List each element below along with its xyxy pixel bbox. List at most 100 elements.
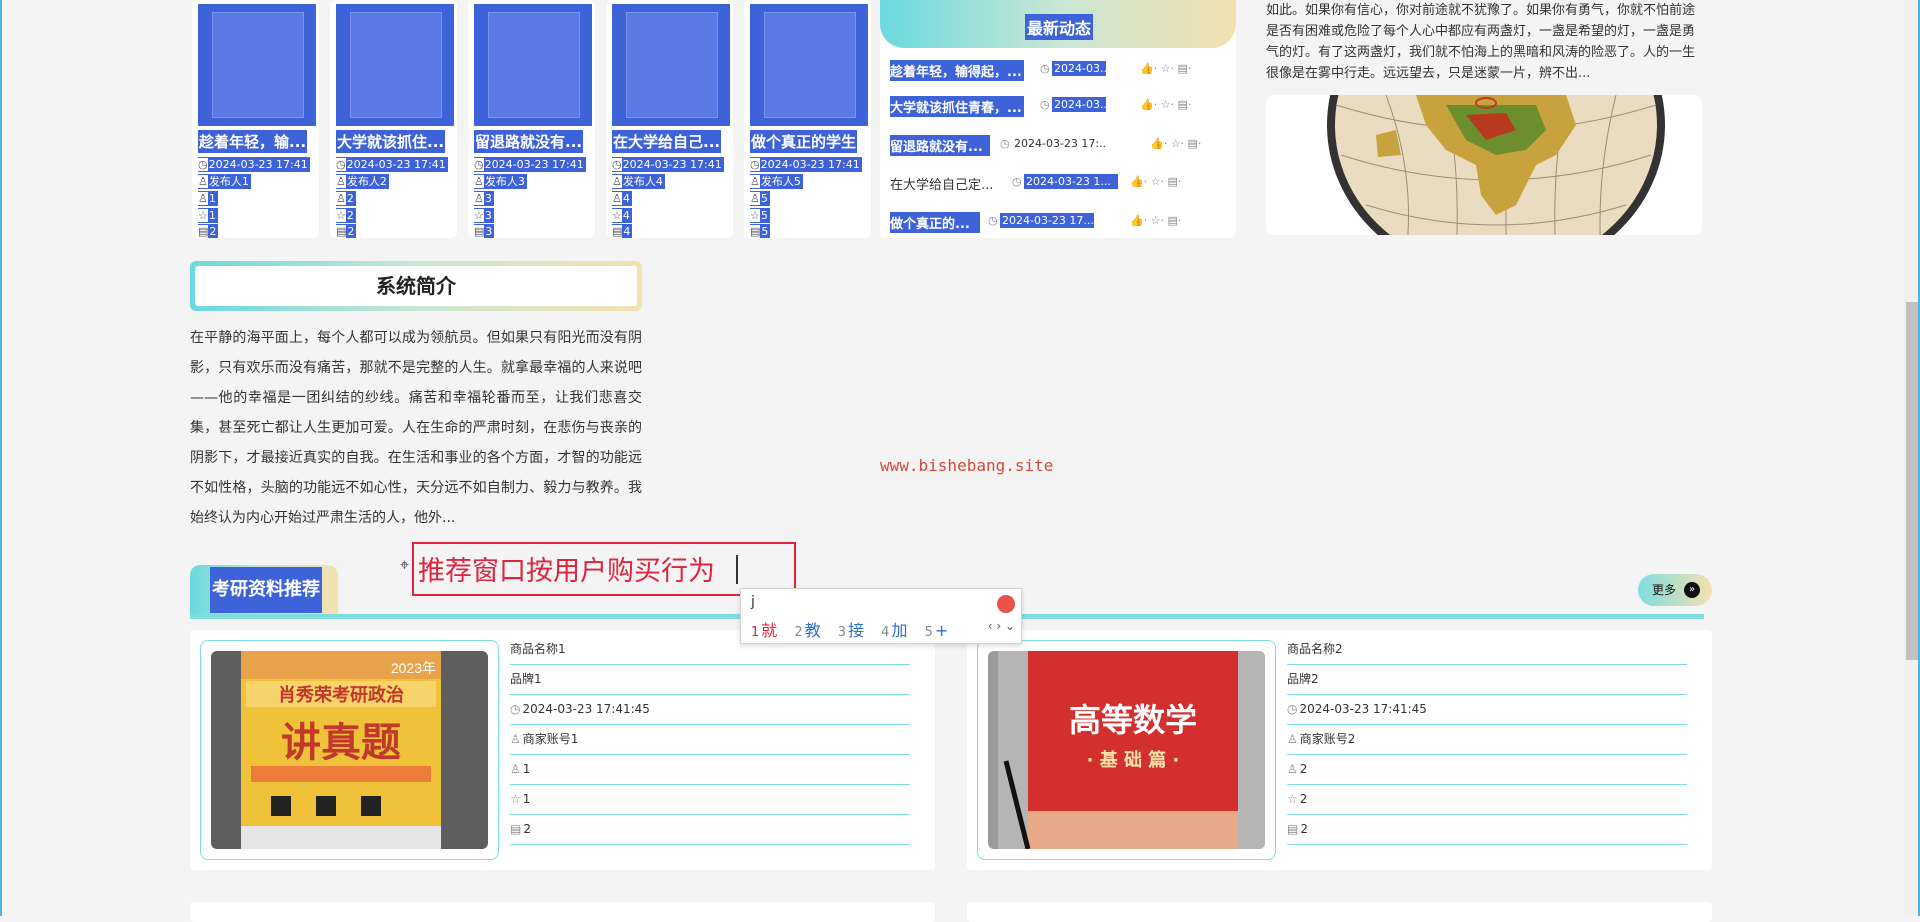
globe-illustration (1266, 95, 1702, 235)
product-merchant: ♙ 商家账号1 (510, 725, 910, 755)
user-icon: ♙ (750, 175, 760, 188)
news-comments: ▤5 (750, 224, 771, 238)
latest-news-item-title[interactable]: 大学就该抓住青春，... (890, 96, 1024, 117)
news-likes: ♙5 (750, 191, 770, 206)
product-image[interactable]: 2023年 肖秀荣考研政治 讲真题 (211, 651, 488, 849)
latest-news-item-title[interactable]: 趁着年轻，输得起，... (890, 60, 1024, 81)
clock-icon: ◷ (474, 158, 484, 171)
product-name[interactable]: 商品名称2 (1287, 635, 1687, 665)
ime-candidate[interactable]: 1就 (751, 621, 777, 640)
product-card[interactable]: 高等数学 · 基 础 篇 · 商品名称2 品牌2 ◷ 2024-03-23 17:… (967, 630, 1712, 870)
clock-icon: ◷ (750, 158, 760, 171)
ime-page-arrows-icon[interactable]: ‹ › ⌄ (988, 619, 1015, 633)
stats-icons: 👍· ☆· ▤· (1140, 62, 1192, 75)
news-thumbnail (612, 4, 730, 126)
news-comments: ▤2 (336, 224, 357, 238)
news-card[interactable]: 大学就该抓住... ◷2024-03-23 17:41 ♙发布人2 ♙2 ☆2 … (330, 0, 457, 238)
user-icon: ♙ (1287, 732, 1298, 746)
news-likes: ♙4 (612, 191, 632, 206)
cover-title-text: 高等数学 (1069, 701, 1197, 739)
product-date: ◷ 2024-03-23 17:41:45 (1287, 695, 1687, 725)
crosshair-cursor-icon: ⌖ (400, 555, 410, 574)
product-likes: ♙ 1 (510, 755, 910, 785)
star-icon: ☆ (612, 209, 622, 222)
news-title[interactable]: 做个真正的学生 (750, 130, 858, 153)
latest-news-title: 最新动态 (1025, 14, 1094, 40)
news-likes: ♙2 (336, 191, 356, 206)
news-card[interactable]: 在大学给自己... ◷2024-03-23 17:41 ♙发布人4 ♙4 ☆4 … (606, 0, 733, 238)
clock-icon: ◷ (1012, 175, 1022, 188)
news-date: ◷2024-03-23 17:41 (474, 157, 586, 172)
product-merchant: ♙ 商家账号2 (1287, 725, 1687, 755)
latest-news-item[interactable]: 大学就该抓住青春，... ◷ 2024-03... 👍· ☆· ▤· (890, 96, 1230, 118)
latest-news-item-title[interactable]: 留退路就没有... (890, 135, 990, 156)
product-card[interactable] (190, 902, 935, 922)
user-icon: ♙ (612, 175, 622, 188)
star-icon: ☆ (474, 209, 484, 222)
news-title[interactable]: 趁着年轻，输... (198, 130, 308, 153)
product-image[interactable]: 高等数学 · 基 础 篇 · (988, 651, 1265, 849)
star-icon: ☆ (1287, 792, 1298, 806)
latest-news-item[interactable]: 趁着年轻，输得起，... ◷ 2024-03... 👍· ☆· ▤· (890, 60, 1230, 82)
comment-icon: ▤ (510, 822, 522, 836)
news-favorites: ☆4 (612, 208, 632, 223)
news-card[interactable]: 做个真正的学生 ◷2024-03-23 17:41 ♙发布人5 ♙5 ☆5 ▤5 (744, 0, 871, 238)
more-button[interactable]: 更多 » (1638, 574, 1712, 606)
product-card[interactable] (967, 902, 1712, 922)
globe-image (1266, 95, 1702, 235)
scrollbar-thumb[interactable] (1906, 302, 1918, 660)
window-edge-left (0, 0, 2, 916)
stats-icons: 👍· ☆· ▤· (1130, 175, 1182, 188)
news-card[interactable]: 留退路就没有... ◷2024-03-23 17:41 ♙发布人3 ♙3 ☆3 … (468, 0, 595, 238)
intro-title: 系统简介 (376, 274, 456, 298)
latest-news-item-title[interactable]: 在大学给自己定... (890, 173, 1002, 194)
news-likes: ♙1 (198, 191, 218, 206)
news-thumbnail (336, 4, 454, 126)
news-date: ◷2024-03-23 17:41 (336, 157, 448, 172)
product-card[interactable]: 2023年 肖秀荣考研政治 讲真题 商品名称1 品牌1 ◷ 2024-03-23 … (190, 630, 935, 870)
product-favorites: ☆ 2 (1287, 785, 1687, 815)
star-icon: ☆ (750, 209, 760, 222)
latest-news-item[interactable]: 留退路就没有... ◷ 2024-03-23 17:... 👍· ☆· ▤· (890, 135, 1230, 157)
product-image-frame: 高等数学 · 基 础 篇 · (977, 640, 1276, 860)
news-title[interactable]: 大学就该抓住... (336, 130, 446, 153)
ime-candidate[interactable]: 2教 (794, 621, 820, 640)
thumbs-up-icon: ♙ (510, 762, 521, 776)
annotation-typed-text: 推荐窗口按用户购买行为 (418, 556, 715, 587)
ime-candidate[interactable]: 4加 (881, 621, 907, 640)
ime-logo-icon (997, 595, 1015, 613)
latest-news-item-date: 2024-03-23 17... (1000, 213, 1094, 228)
right-article-text: 如此。如果你有信心，你对前途就不犹豫了。如果你有勇气，你就不怕前途是否有困难或危… (1266, 3, 1696, 81)
ime-candidate-window[interactable]: j 1就 2教 3接 4加 5 + ‹ › ⌄ (740, 588, 1022, 644)
news-title[interactable]: 在大学给自己... (612, 130, 722, 153)
ime-candidate[interactable]: 3接 (838, 621, 864, 640)
user-icon: ♙ (510, 732, 521, 746)
user-icon: ♙ (474, 175, 484, 188)
star-icon: ☆ (510, 792, 521, 806)
user-icon: ♙ (336, 175, 346, 188)
clock-icon: ◷ (336, 158, 346, 171)
clock-icon: ◷ (198, 158, 208, 171)
product-comments: ▤ 2 (510, 815, 910, 845)
news-title[interactable]: 留退路就没有... (474, 130, 584, 153)
news-card[interactable]: 趁着年轻，输... ◷2024-03-23 17:41 ♙发布人1 ♙1 ☆1 … (192, 0, 319, 238)
comment-icon: ▤ (336, 225, 347, 238)
clock-icon: ◷ (1000, 137, 1010, 150)
thumbs-up-icon: ♙ (750, 192, 760, 205)
ime-candidate[interactable]: 5 + (925, 621, 949, 640)
latest-news-item-title[interactable]: 做个真正的... (890, 212, 980, 233)
thumbs-up-icon: ♙ (1287, 762, 1298, 776)
news-likes: ♙3 (474, 191, 494, 206)
news-date: ◷2024-03-23 17:41 (612, 157, 724, 172)
intro-text: 在平静的海平面上，每个人都可以成为领航员。但如果只有阳光而没有阴影，只有欢乐而没… (190, 330, 642, 526)
cover-top-text: 2023年 (391, 660, 436, 676)
news-publisher: ♙发布人3 (474, 174, 527, 189)
news-date: ◷2024-03-23 17:41 (198, 157, 310, 172)
comment-icon: ▤ (1287, 822, 1299, 836)
thumbs-up-icon: ♙ (336, 192, 346, 205)
latest-news-item[interactable]: 做个真正的... ◷ 2024-03-23 17... 👍· ☆· ▤· (890, 212, 1230, 234)
latest-news-item[interactable]: 在大学给自己定... ◷ 2024-03-23 1... 👍· ☆· ▤· (890, 173, 1230, 195)
news-thumbnail (750, 4, 868, 126)
clock-icon: ◷ (1040, 98, 1050, 111)
latest-news-item-date: 2024-03-23 1... (1024, 174, 1118, 189)
